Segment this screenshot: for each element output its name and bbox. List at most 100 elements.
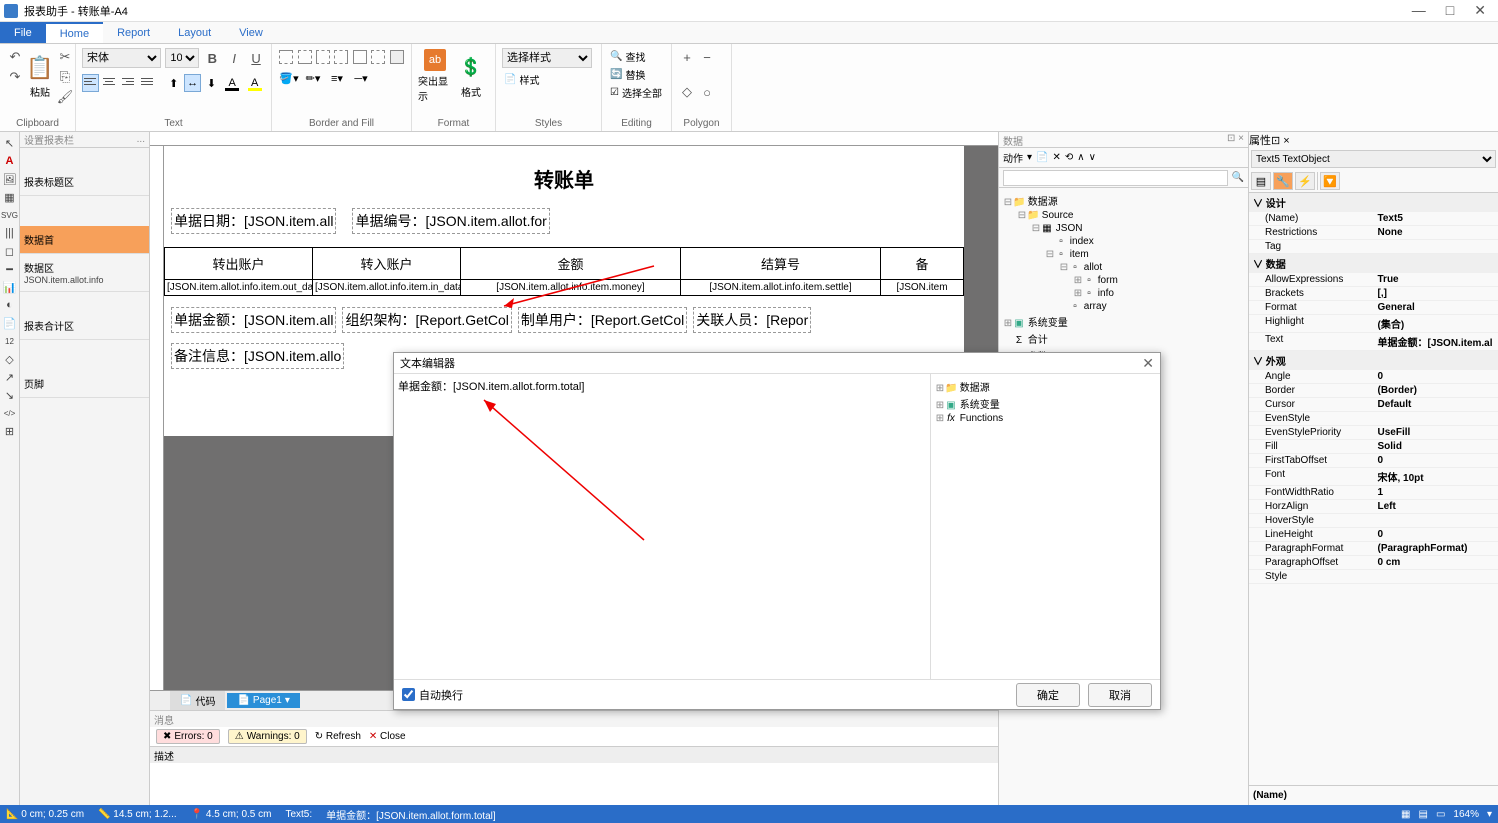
align-justify-button[interactable]: [139, 74, 156, 92]
zoom-label[interactable]: 164%: [1453, 809, 1479, 820]
valign-bottom-button[interactable]: ⬇: [203, 74, 220, 92]
data-tool-down[interactable]: ∨: [1089, 152, 1096, 163]
props-tab-3[interactable]: ⚡: [1295, 172, 1315, 190]
copy-button[interactable]: ⎘: [56, 68, 74, 86]
border-bottom-button[interactable]: [296, 48, 312, 66]
bands-close-icon[interactable]: ...: [137, 134, 145, 145]
format-button[interactable]: 💲 格式: [454, 48, 488, 104]
redo-button[interactable]: ↷: [6, 68, 24, 86]
font-name-select[interactable]: 宋体: [82, 48, 161, 68]
highlight-color-button[interactable]: A: [244, 74, 265, 92]
props-panel-pin-icon[interactable]: ⊡ ×: [1271, 135, 1290, 147]
menu-report[interactable]: Report: [103, 22, 164, 43]
search-icon[interactable]: 🔍: [1232, 172, 1244, 183]
border-top-button[interactable]: [278, 48, 294, 66]
svg-tool[interactable]: SVG: [3, 208, 17, 222]
org-field[interactable]: 组织架构：[Report.GetCol: [343, 308, 510, 332]
data-search-input[interactable]: [1003, 170, 1228, 186]
poly-close-button[interactable]: ○: [698, 83, 716, 101]
align-left-button[interactable]: [82, 74, 99, 92]
user-field[interactable]: 制单用户：[Report.GetCol: [519, 308, 686, 332]
remark-field[interactable]: 备注信息：[JSON.item.allo: [172, 344, 343, 368]
band-data-header[interactable]: 数据首: [20, 226, 149, 254]
props-tab-events[interactable]: 🔧: [1273, 172, 1293, 190]
undo-button[interactable]: ↶: [6, 48, 24, 66]
view-mode-3[interactable]: ▭: [1436, 809, 1445, 820]
valign-middle-button[interactable]: ↔: [184, 74, 201, 92]
maximize-button[interactable]: □: [1446, 2, 1454, 19]
bold-button[interactable]: B: [203, 49, 221, 67]
props-tab-4[interactable]: 🔽: [1320, 172, 1340, 190]
align-right-button[interactable]: [120, 74, 137, 92]
gauge-tool[interactable]: ◐: [3, 298, 17, 312]
number-tool[interactable]: 12: [3, 334, 17, 348]
selectall-button[interactable]: ☑ 选择全部: [608, 84, 665, 101]
valign-top-button[interactable]: ⬆: [165, 74, 182, 92]
more-tool-2[interactable]: ↗: [3, 370, 17, 384]
band-report-footer[interactable]: 报表合计区: [20, 312, 149, 340]
close-button[interactable]: ✕: [1474, 2, 1486, 19]
msg-close-button[interactable]: ✕ Close: [369, 731, 406, 742]
props-grid[interactable]: ∨ 设计 (Name)Text5 RestrictionsNone Tag ∨ …: [1249, 193, 1498, 785]
tab-code[interactable]: 📄 代码: [170, 691, 225, 710]
poly-add-button[interactable]: +: [678, 48, 696, 66]
line-style-button[interactable]: ─▾: [350, 69, 372, 87]
style-select[interactable]: 选择样式: [502, 48, 592, 68]
autowrap-checkbox[interactable]: 自动换行: [402, 687, 463, 703]
menu-layout[interactable]: Layout: [164, 22, 225, 43]
chart-tool[interactable]: 📊: [3, 280, 17, 294]
paste-button[interactable]: 📋 粘贴: [26, 48, 54, 104]
date-field[interactable]: 单据日期：[JSON.item.all: [172, 209, 335, 233]
cut-button[interactable]: ✂: [56, 48, 74, 66]
table-tool[interactable]: ▦: [3, 190, 17, 204]
dialog-cancel-button[interactable]: 取消: [1088, 683, 1152, 707]
dialog-editor[interactable]: 单据金额：[JSON.item.allot.form.total]: [394, 374, 930, 679]
border-none-button[interactable]: [370, 48, 386, 66]
menu-file[interactable]: File: [0, 22, 46, 43]
text-tool[interactable]: A: [3, 154, 17, 168]
pointer-tool[interactable]: ↖: [3, 136, 17, 150]
text-color-button[interactable]: A: [222, 74, 243, 92]
menu-home[interactable]: Home: [46, 22, 103, 43]
errors-button[interactable]: ✖ Errors: 0: [156, 729, 220, 744]
ruler-tool[interactable]: ━: [3, 262, 17, 276]
underline-button[interactable]: U: [247, 49, 265, 67]
view-mode-1[interactable]: ▦: [1401, 809, 1410, 820]
page-tool[interactable]: 📄: [3, 316, 17, 330]
view-mode-2[interactable]: ▤: [1418, 809, 1427, 820]
border-all-button[interactable]: [352, 48, 368, 66]
band-data[interactable]: 数据区JSON.item.allot.info: [20, 254, 149, 292]
data-tool-1[interactable]: 📄: [1036, 152, 1048, 163]
dialog-close-button[interactable]: ✕: [1142, 355, 1154, 372]
table-data-row[interactable]: [JSON.item.allot.info.item.out_data.name…: [164, 280, 964, 296]
border-color-button[interactable]: ✏▾: [302, 69, 324, 87]
more-tool-1[interactable]: ◇: [3, 352, 17, 366]
poly-edit-button[interactable]: ◇: [678, 83, 696, 101]
border-right-button[interactable]: [333, 48, 349, 66]
data-tool-3[interactable]: ⟲: [1065, 152, 1073, 163]
picture-tool[interactable]: 🖼: [3, 172, 17, 186]
line-width-button[interactable]: ≡▾: [326, 69, 348, 87]
props-tab-categorized[interactable]: ▤: [1251, 172, 1271, 190]
barcode-tool[interactable]: |||: [3, 226, 17, 240]
dialog-ok-button[interactable]: 确定: [1016, 683, 1080, 707]
replace-button[interactable]: 🔄 替换: [608, 66, 665, 83]
data-tool-up[interactable]: ∧: [1077, 152, 1084, 163]
data-tool-2[interactable]: ✕: [1052, 152, 1060, 163]
report-title-text[interactable]: 转账单: [164, 146, 964, 203]
data-panel-pin-icon[interactable]: ⊡ ×: [1227, 133, 1244, 146]
html-tool[interactable]: </>: [3, 406, 17, 420]
dialog-tree[interactable]: ⊞📁 数据源 ⊞▣ 系统变量 ⊞fx Functions: [930, 374, 1160, 679]
props-object-select[interactable]: Text5 TextObject: [1251, 150, 1496, 168]
table-header[interactable]: 转出账户 转入账户 金额 结算号 备: [164, 247, 964, 280]
font-size-select[interactable]: 10: [165, 48, 199, 68]
docno-field[interactable]: 单据编号：[JSON.item.allot.for: [353, 209, 548, 233]
align-center-button[interactable]: [101, 74, 118, 92]
warnings-button[interactable]: ⚠ Warnings: 0: [228, 729, 307, 744]
poly-del-button[interactable]: −: [698, 48, 716, 66]
fill-color-button[interactable]: 🪣▾: [278, 69, 300, 87]
style-button[interactable]: 📄 样式: [502, 71, 595, 88]
refresh-button[interactable]: ↻ Refresh: [315, 731, 361, 742]
map-tool[interactable]: ⊞: [3, 424, 17, 438]
shape-tool[interactable]: ◻: [3, 244, 17, 258]
